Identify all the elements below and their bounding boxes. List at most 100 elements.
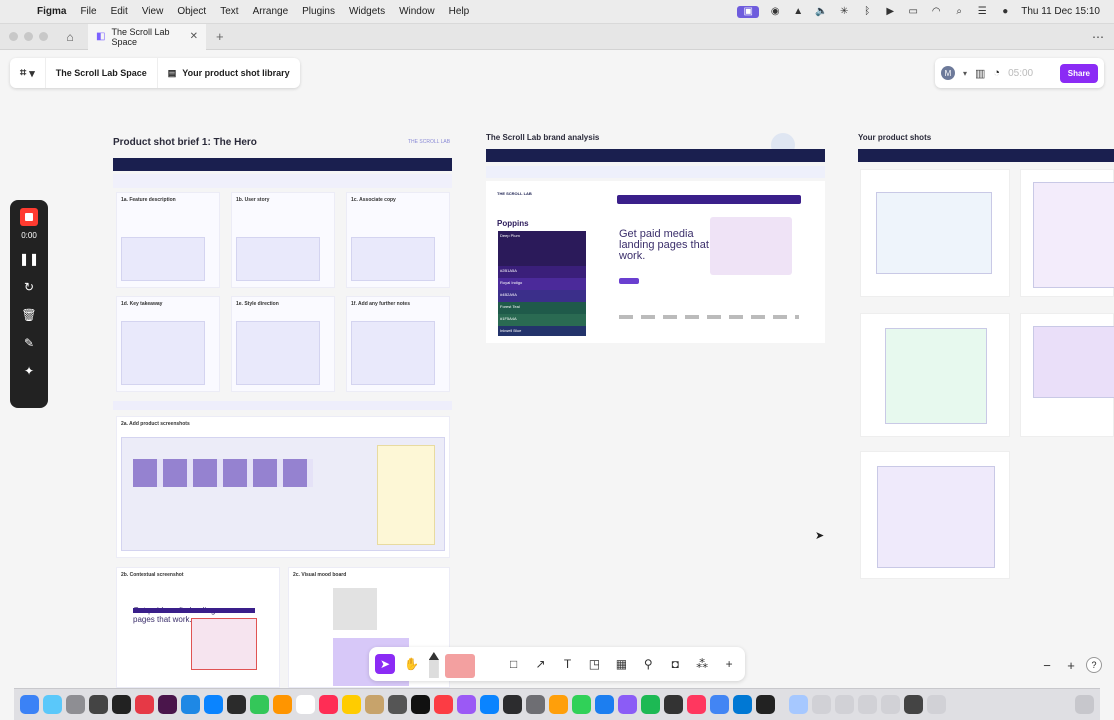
delete-icon[interactable]: 🗑 <box>21 308 36 324</box>
sticky-note[interactable] <box>377 445 435 545</box>
app-status-icon[interactable]: ◉ <box>768 6 782 18</box>
section-tool-icon[interactable]: ◳ <box>584 654 604 674</box>
table-tool-icon[interactable]: ▦ <box>611 654 631 674</box>
app-icon[interactable] <box>526 695 545 714</box>
app-icon[interactable] <box>135 695 154 714</box>
pause-icon[interactable]: ❚❚ <box>19 252 39 268</box>
notes-icon[interactable] <box>342 695 361 714</box>
facetime-icon[interactable] <box>250 695 269 714</box>
chevron-down-icon[interactable]: ▾ <box>963 69 967 78</box>
menu-view[interactable]: View <box>135 6 171 17</box>
card-contextual-screenshot[interactable]: 2b. Contextual screenshot Get paid media… <box>116 567 280 688</box>
play-status-icon[interactable]: ▶ <box>883 6 897 18</box>
app-icon[interactable] <box>273 695 292 714</box>
battery-icon[interactable]: ▭ <box>906 6 920 18</box>
card-input-area[interactable] <box>351 321 435 385</box>
podcasts-icon[interactable] <box>457 695 476 714</box>
highlighter-tool-icon[interactable] <box>444 654 475 678</box>
card-style-direction[interactable]: 1e. Style direction <box>231 296 335 392</box>
share-button[interactable]: Share <box>1059 63 1098 83</box>
brand-board[interactable]: THE SCROLL LAB Poppins Deep Plum #2B1A5A… <box>486 181 825 343</box>
layout-icon[interactable]: ▥ <box>975 67 985 80</box>
menu-app-figma[interactable]: Figma <box>30 6 73 17</box>
new-tab-icon[interactable]: + <box>216 29 224 44</box>
stamp-tool-icon[interactable]: ⚲ <box>638 654 658 674</box>
widgets-tool-icon[interactable]: ⁂ <box>692 654 712 674</box>
chrome-icon[interactable] <box>710 695 729 714</box>
card-feature-description[interactable]: 1a. Feature description <box>116 192 220 288</box>
menu-window[interactable]: Window <box>392 6 442 17</box>
app-icon[interactable] <box>687 695 706 714</box>
messages-icon[interactable] <box>572 695 591 714</box>
text-tool-icon[interactable]: T <box>558 654 578 674</box>
maximize-window-button[interactable] <box>39 32 48 41</box>
connector-tool-icon[interactable]: ↗ <box>531 654 551 674</box>
product-shot-card[interactable] <box>1020 313 1114 437</box>
wifi-icon[interactable]: ◠ <box>929 6 943 18</box>
app-icon[interactable] <box>89 695 108 714</box>
app-icon[interactable] <box>756 695 775 714</box>
spotlight-search-icon[interactable]: ⌕ <box>952 6 966 18</box>
shots-frame-title[interactable]: Your product shots <box>858 133 931 142</box>
app-icon[interactable] <box>388 695 407 714</box>
card-input-area[interactable] <box>236 321 320 385</box>
help-icon[interactable]: ? <box>1086 657 1102 673</box>
calendar-icon[interactable] <box>296 695 315 714</box>
trash-icon[interactable] <box>1075 695 1094 714</box>
menu-plugins[interactable]: Plugins <box>295 6 342 17</box>
screen-record-status-icon[interactable]: ▣ <box>737 5 760 18</box>
menu-file[interactable]: File <box>73 6 103 17</box>
siri-icon[interactable]: ● <box>998 6 1012 18</box>
hero-frame-title[interactable]: Product shot brief 1: The Hero <box>113 137 257 148</box>
more-options-icon[interactable]: ⋯ <box>1092 30 1104 44</box>
minimize-window-button[interactable] <box>24 32 33 41</box>
menu-widgets[interactable]: Widgets <box>342 6 392 17</box>
figjam-canvas[interactable]: ⌗ ▾ The Scroll Lab Space ▤ Your product sh… <box>0 51 1114 688</box>
app-icon[interactable] <box>503 695 522 714</box>
zoom-in-icon[interactable]: + <box>1062 656 1080 674</box>
card-input-area[interactable] <box>121 237 205 281</box>
effects-icon[interactable]: ✦ <box>24 364 34 380</box>
card-key-takeaway[interactable]: 1d. Key takeaway <box>116 296 220 392</box>
close-window-button[interactable] <box>9 32 18 41</box>
card-input-area[interactable] <box>351 237 435 281</box>
avatar[interactable]: M <box>941 66 955 80</box>
card-associate-copy[interactable]: 1c. Associate copy <box>346 192 450 288</box>
app-store-icon[interactable] <box>43 695 62 714</box>
menu-text[interactable]: Text <box>213 6 245 17</box>
card-user-story[interactable]: 1b. User story <box>231 192 335 288</box>
close-tab-icon[interactable]: ✕ <box>190 31 198 42</box>
app-icon[interactable] <box>595 695 614 714</box>
card-further-notes[interactable]: 1f. Add any further notes <box>346 296 450 392</box>
app-icon[interactable] <box>227 695 246 714</box>
card-input-area[interactable] <box>236 237 320 281</box>
music-icon[interactable] <box>434 695 453 714</box>
menubar-clock[interactable]: Thu 11 Dec 15:10 <box>1021 6 1100 17</box>
settings-icon[interactable] <box>66 695 85 714</box>
hand-tool-icon[interactable]: ✋ <box>402 654 422 674</box>
timer-icon[interactable]: ◔ <box>993 67 1000 79</box>
zoom-out-icon[interactable]: − <box>1038 656 1056 674</box>
card-input-area[interactable] <box>121 321 205 385</box>
more-tools-icon[interactable]: + <box>719 654 739 674</box>
app-icon[interactable] <box>733 695 752 714</box>
tab-the-scroll-lab-space[interactable]: ◧ The Scroll Lab Space ✕ <box>88 23 206 50</box>
volume-icon[interactable]: 🔈 <box>814 6 828 18</box>
product-shot-card[interactable] <box>860 169 1010 297</box>
control-center-icon[interactable]: ☰ <box>975 6 989 18</box>
mail-icon[interactable] <box>204 695 223 714</box>
app-icon[interactable] <box>319 695 338 714</box>
app-icon[interactable] <box>664 695 683 714</box>
product-shot-card[interactable] <box>860 313 1010 437</box>
menu-object[interactable]: Object <box>170 6 213 17</box>
shape-tool-icon[interactable]: □ <box>504 654 524 674</box>
select-tool-icon[interactable]: ➤ <box>375 654 395 674</box>
document-icon[interactable] <box>927 695 946 714</box>
document-icon[interactable] <box>812 695 831 714</box>
app-icon[interactable] <box>112 695 131 714</box>
draw-icon[interactable]: ✎ <box>24 336 34 352</box>
drive-status-icon[interactable]: ▲ <box>791 6 805 18</box>
file-name[interactable]: The Scroll Lab Space <box>46 58 158 88</box>
finder-icon[interactable] <box>20 695 39 714</box>
brightness-icon[interactable]: ✳ <box>837 6 851 18</box>
